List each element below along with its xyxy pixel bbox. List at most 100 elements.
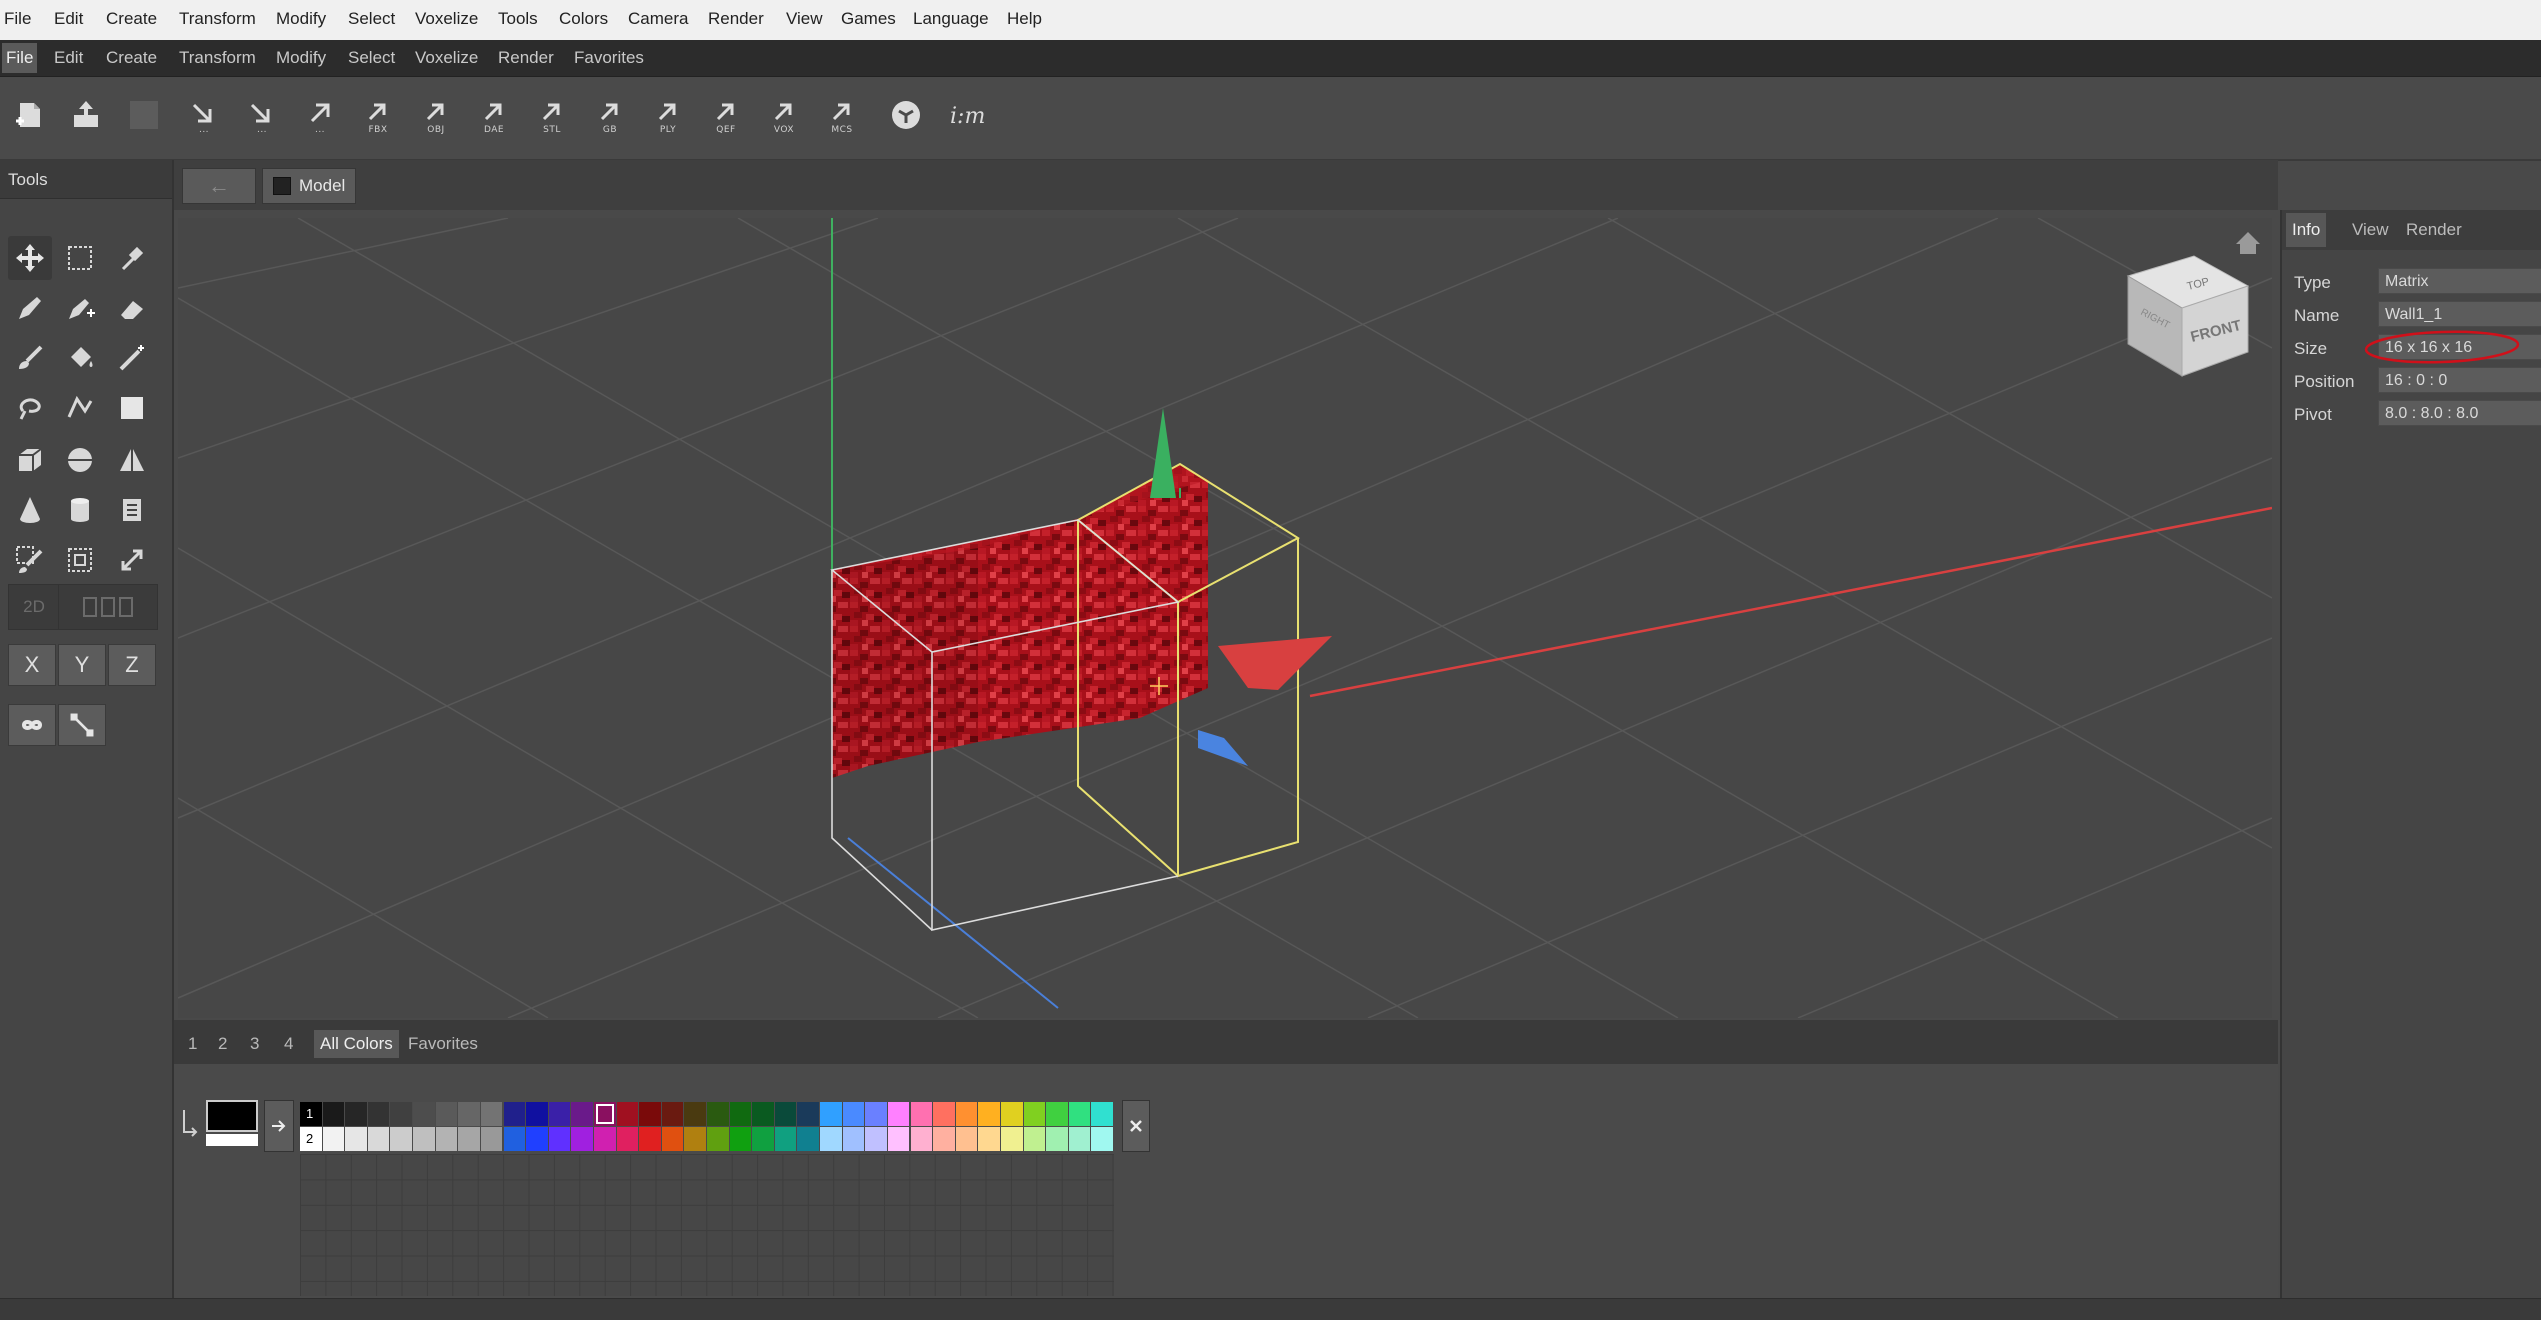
color-swatch[interactable] — [458, 1127, 480, 1151]
fill-bucket-icon[interactable] — [58, 336, 102, 380]
palette-tab-2[interactable]: 2 — [218, 1034, 227, 1054]
export-gb-icon[interactable]: GB — [588, 93, 632, 137]
pyramid-icon[interactable] — [110, 438, 154, 482]
pencil-add-icon[interactable] — [58, 286, 102, 330]
color-swatch[interactable] — [684, 1127, 706, 1151]
menu-tools[interactable]: Tools — [498, 9, 538, 29]
foreground-color[interactable] — [206, 1100, 258, 1132]
color-swatch[interactable] — [774, 1127, 797, 1151]
2d-mode-button[interactable]: 2D — [8, 584, 60, 630]
3d-viewport[interactable]: TOP FRONT RIGHT — [177, 217, 2273, 1019]
color-swatch[interactable] — [865, 1102, 887, 1126]
menu-edit[interactable]: Edit — [54, 9, 83, 29]
color-swatch[interactable] — [435, 1127, 458, 1151]
crop-icon[interactable] — [58, 538, 102, 582]
box-select-icon[interactable] — [58, 236, 102, 280]
color-swatch[interactable] — [1091, 1102, 1113, 1126]
menu2-render[interactable]: Render — [498, 48, 554, 68]
prop-position-field[interactable]: 16 : 0 : 0 — [2378, 367, 2541, 393]
text-icon[interactable] — [110, 488, 154, 532]
color-swatch[interactable] — [345, 1127, 367, 1151]
tab-info[interactable]: Info — [2286, 213, 2327, 247]
menu-transform[interactable]: Transform — [179, 9, 256, 29]
color-swatch[interactable] — [639, 1127, 661, 1151]
color-swatch[interactable]: 2 — [300, 1127, 322, 1151]
menu-language[interactable]: Language — [913, 9, 989, 29]
color-swatch[interactable] — [480, 1102, 503, 1126]
color-swatch[interactable] — [684, 1102, 706, 1126]
prop-pivot-field[interactable]: 8.0 : 8.0 : 8.0 — [2378, 400, 2541, 426]
color-swatch[interactable] — [752, 1127, 774, 1151]
eraser-icon[interactable] — [110, 286, 154, 330]
save-icon[interactable] — [122, 93, 166, 137]
color-swatch[interactable] — [413, 1102, 435, 1126]
color-swatch[interactable] — [978, 1102, 1000, 1126]
palette-tab-4[interactable]: 4 — [284, 1034, 293, 1054]
home-view-icon[interactable] — [2236, 232, 2260, 254]
color-swatch[interactable] — [390, 1127, 413, 1151]
menu-voxelize[interactable]: Voxelize — [415, 9, 478, 29]
menu2-modify[interactable]: Modify — [276, 48, 326, 68]
rectangle-icon[interactable] — [110, 386, 154, 430]
export-ply-icon[interactable]: PLY — [646, 93, 690, 137]
color-swatch[interactable] — [797, 1127, 820, 1151]
3d-mode-button[interactable] — [58, 584, 158, 630]
menu-colors[interactable]: Colors — [559, 9, 608, 29]
voxel-wall-model[interactable] — [832, 464, 1208, 778]
color-swatch[interactable] — [729, 1102, 752, 1126]
color-swatch[interactable] — [413, 1127, 435, 1151]
tab-view[interactable]: View — [2352, 220, 2389, 240]
view-cube[interactable]: TOP FRONT RIGHT — [2126, 255, 2250, 377]
palette-tab-all-colors[interactable]: All Colors — [314, 1030, 399, 1058]
export-icon[interactable]: ... — [182, 93, 226, 137]
cylinder-icon[interactable] — [58, 488, 102, 532]
color-swatch[interactable] — [752, 1102, 774, 1126]
color-swatch[interactable] — [503, 1127, 526, 1151]
color-swatch[interactable] — [774, 1102, 797, 1126]
menu2-create[interactable]: Create — [106, 48, 157, 68]
color-swatch[interactable] — [661, 1102, 684, 1126]
menu2-select[interactable]: Select — [348, 48, 395, 68]
im-icon[interactable]: i:m — [944, 93, 988, 137]
color-swatch[interactable] — [910, 1127, 933, 1151]
color-swatch[interactable] — [887, 1102, 910, 1126]
line-mode-icon[interactable] — [58, 704, 106, 746]
export-fbx-icon[interactable]: FBX — [356, 93, 400, 137]
color-swatch[interactable] — [526, 1127, 548, 1151]
color-swatch[interactable] — [955, 1127, 978, 1151]
infinity-icon[interactable] — [8, 704, 56, 746]
swap-colors-icon[interactable] — [180, 1106, 200, 1142]
export-mcs-icon[interactable]: MCS — [820, 93, 864, 137]
magic-wand-icon[interactable] — [110, 336, 154, 380]
color-swatch[interactable] — [1046, 1102, 1068, 1126]
color-swatch[interactable] — [978, 1127, 1000, 1151]
palette-arrow-right-icon[interactable] — [264, 1100, 294, 1152]
export-vox-icon[interactable]: VOX — [762, 93, 806, 137]
color-swatch[interactable] — [955, 1102, 978, 1126]
axis-x-button[interactable]: X — [8, 644, 56, 686]
eyedropper-icon[interactable] — [110, 236, 154, 280]
color-swatch[interactable] — [616, 1127, 639, 1151]
color-swatch[interactable] — [503, 1102, 526, 1126]
open-file-icon[interactable] — [64, 93, 108, 137]
export-icon[interactable]: ... — [240, 93, 284, 137]
color-swatch[interactable] — [1000, 1127, 1023, 1151]
sphere-icon[interactable] — [58, 438, 102, 482]
color-swatch[interactable] — [1023, 1102, 1046, 1126]
color-swatch[interactable] — [797, 1102, 820, 1126]
menu-camera[interactable]: Camera — [628, 9, 688, 29]
menu-select[interactable]: Select — [348, 9, 395, 29]
export-stl-icon[interactable]: STL — [530, 93, 574, 137]
move-icon[interactable] — [8, 236, 52, 280]
current-color-swatch[interactable] — [206, 1100, 258, 1146]
color-swatch[interactable] — [1091, 1127, 1113, 1151]
export-qef-icon[interactable]: QEF — [704, 93, 748, 137]
color-swatch[interactable] — [910, 1102, 933, 1126]
prop-name-field[interactable]: Wall1_1 — [2378, 301, 2541, 327]
color-swatch[interactable] — [933, 1102, 955, 1126]
cone-icon[interactable] — [8, 488, 52, 532]
new-file-icon[interactable] — [8, 93, 52, 137]
color-swatch[interactable] — [367, 1102, 390, 1126]
menu-help[interactable]: Help — [1007, 9, 1042, 29]
export-obj-icon[interactable]: OBJ — [414, 93, 458, 137]
